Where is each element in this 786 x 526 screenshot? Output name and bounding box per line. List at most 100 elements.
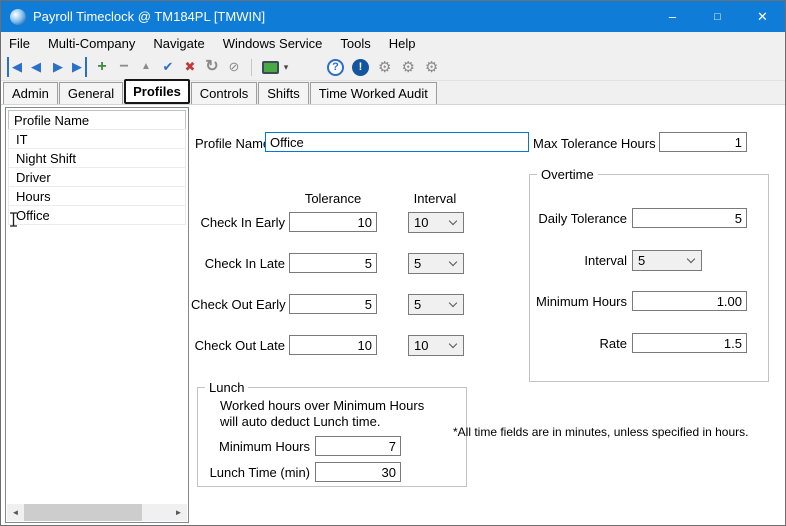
delete-record-icon[interactable]: − (113, 57, 135, 77)
cancel-icon[interactable]: ✖ (179, 57, 201, 77)
content-area: Profile Name IT Night Shift Driver Hours… (1, 104, 785, 525)
profile-list-item[interactable]: Night Shift (8, 148, 186, 168)
profile-name-label: Profile Name (195, 136, 270, 151)
overtime-rate-label: Rate (533, 336, 627, 351)
gear-icon-2[interactable]: ⚙ (401, 58, 414, 76)
lunch-group-title: Lunch (205, 380, 248, 395)
profile-name-input[interactable] (265, 132, 529, 152)
menu-navigate[interactable]: Navigate (144, 32, 213, 54)
tab-admin[interactable]: Admin (3, 82, 58, 104)
chevron-down-icon (449, 258, 457, 266)
window-controls: – □ ✕ (650, 1, 785, 32)
info-icon[interactable]: ! (352, 59, 369, 76)
menu-windows-service[interactable]: Windows Service (214, 32, 332, 54)
last-record-icon[interactable]: ▶ (69, 57, 87, 77)
next-record-icon[interactable]: ▶ (47, 57, 69, 77)
daily-tolerance-label: Daily Tolerance (533, 211, 627, 226)
combo-value: 5 (409, 297, 450, 312)
gear-icon-3[interactable]: ⚙ (425, 58, 438, 76)
lunch-minimum-hours-input[interactable] (315, 436, 401, 456)
window-title: Payroll Timeclock @ TM184PL [TMWIN] (33, 9, 265, 24)
overtime-interval-label: Interval (533, 253, 627, 268)
profile-list-item[interactable]: Hours (8, 186, 186, 206)
tab-shifts[interactable]: Shifts (258, 82, 309, 104)
combo-value: 10 (409, 338, 450, 353)
interval-column-header: Interval (401, 191, 469, 206)
check-out-late-interval-select[interactable]: 10 (408, 335, 464, 356)
profile-list-item[interactable]: Office (8, 205, 186, 225)
chevron-down-icon[interactable]: ▾ (281, 62, 291, 73)
tolerance-column-header: Tolerance (289, 191, 377, 206)
scrollbar-thumb[interactable] (24, 504, 142, 521)
lunch-description-line1: Worked hours over Minimum Hours (220, 398, 424, 413)
check-in-late-interval-select[interactable]: 5 (408, 253, 464, 274)
check-out-late-input[interactable] (289, 335, 377, 355)
menu-file[interactable]: File (1, 32, 39, 54)
menu-multi-company[interactable]: Multi-Company (39, 32, 144, 54)
ibeam-cursor (9, 212, 18, 230)
maximize-button[interactable]: □ (695, 1, 740, 32)
profile-list-panel: Profile Name IT Night Shift Driver Hours… (5, 107, 189, 523)
tab-profiles[interactable]: Profiles (124, 79, 190, 104)
check-out-early-interval-select[interactable]: 5 (408, 294, 464, 315)
check-in-early-input[interactable] (289, 212, 377, 232)
help-icon[interactable]: ? (327, 59, 344, 76)
combo-value: 5 (633, 253, 688, 268)
lunch-time-label: Lunch Time (min) (202, 465, 310, 480)
app-icon (10, 9, 26, 25)
overtime-group: Overtime Daily Tolerance Interval 5 Mini… (529, 174, 769, 382)
lunch-minimum-hours-label: Minimum Hours (202, 439, 310, 454)
tab-controls[interactable]: Controls (191, 82, 257, 104)
chevron-down-icon (449, 340, 457, 348)
close-button[interactable]: ✕ (740, 1, 785, 32)
overtime-group-title: Overtime (537, 167, 598, 182)
check-in-late-label: Check In Late (191, 256, 285, 271)
profile-list: IT Night Shift Driver Hours Office (8, 129, 186, 225)
check-in-late-input[interactable] (289, 253, 377, 273)
previous-record-icon[interactable]: ◀ (25, 57, 47, 77)
service-monitor-icon[interactable] (262, 61, 279, 74)
tab-strip: Admin General Profiles Controls Shifts T… (3, 81, 785, 104)
combo-value: 10 (409, 215, 450, 230)
first-record-icon[interactable]: ◀ (7, 57, 25, 77)
daily-tolerance-input[interactable] (632, 208, 747, 228)
check-out-early-input[interactable] (289, 294, 377, 314)
menu-tools[interactable]: Tools (331, 32, 379, 54)
discard-icon[interactable]: ⊘ (223, 57, 245, 77)
title-bar[interactable]: Payroll Timeclock @ TM184PL [TMWIN] – □ … (1, 1, 785, 32)
overtime-minimum-hours-input[interactable] (632, 291, 747, 311)
profile-list-item[interactable]: IT (8, 129, 186, 149)
profile-list-item[interactable]: Driver (8, 167, 186, 187)
overtime-rate-input[interactable] (632, 333, 747, 353)
refresh-icon[interactable]: ↻ (201, 57, 223, 77)
tab-time-worked-audit[interactable]: Time Worked Audit (310, 82, 437, 104)
time-fields-note: *All time fields are in minutes, unless … (453, 425, 748, 439)
chevron-down-icon (449, 299, 457, 307)
overtime-interval-select[interactable]: 5 (632, 250, 702, 271)
save-icon[interactable]: ✔ (157, 57, 179, 77)
lunch-time-input[interactable] (315, 462, 401, 482)
toolbar: ◀ ◀ ▶ ▶ + − ▲ ✔ ✖ ↻ ⊘ ▾ ? ! ⚙ ⚙ ⚙ (1, 54, 785, 81)
menu-bar: File Multi-Company Navigate Windows Serv… (1, 32, 785, 54)
check-in-early-interval-select[interactable]: 10 (408, 212, 464, 233)
gear-icon-1[interactable]: ⚙ (378, 58, 391, 76)
edit-record-icon[interactable]: ▲ (135, 57, 157, 77)
max-tolerance-hours-label: Max Tolerance Hours (533, 136, 653, 151)
chevron-down-icon (449, 217, 457, 225)
max-tolerance-hours-input[interactable] (659, 132, 747, 152)
chevron-down-icon (687, 255, 695, 263)
add-record-icon[interactable]: + (91, 57, 113, 77)
check-out-early-label: Check Out Early (191, 297, 285, 312)
tab-general[interactable]: General (59, 82, 123, 104)
minimize-button[interactable]: – (650, 1, 695, 32)
check-out-late-label: Check Out Late (191, 338, 285, 353)
menu-help[interactable]: Help (380, 32, 425, 54)
combo-value: 5 (409, 256, 450, 271)
overtime-minimum-hours-label: Minimum Hours (533, 294, 627, 309)
lunch-description-line2: will auto deduct Lunch time. (220, 414, 380, 429)
scroll-left-icon[interactable]: ◄ (7, 504, 24, 521)
lunch-group: Lunch Worked hours over Minimum Hours wi… (197, 387, 467, 487)
profile-list-header: Profile Name (8, 110, 186, 130)
horizontal-scrollbar[interactable]: ◄ ► (7, 504, 187, 521)
scroll-right-icon[interactable]: ► (170, 504, 187, 521)
